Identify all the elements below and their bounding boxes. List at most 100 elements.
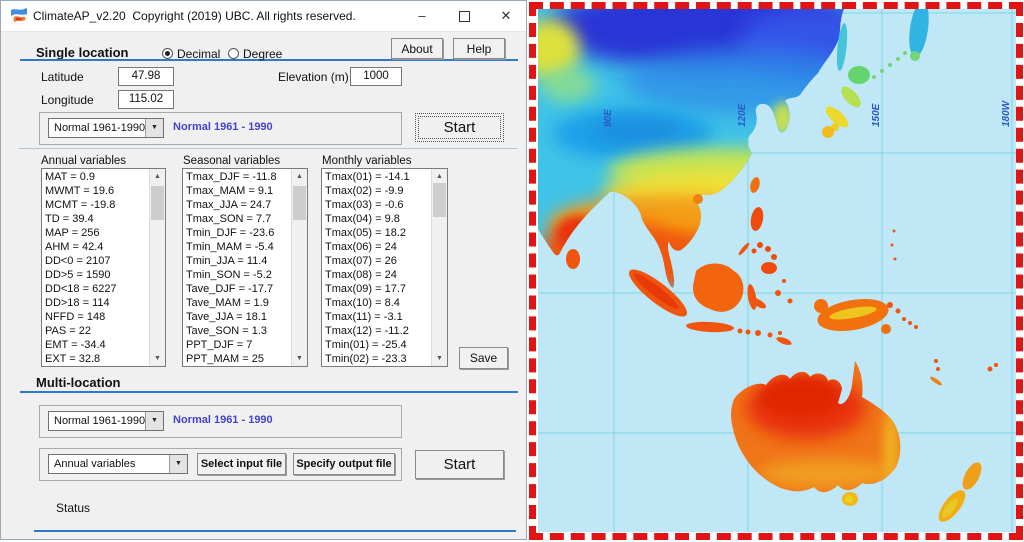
list-item[interactable]: Tmax(02) = -9.9 xyxy=(322,184,432,198)
list-item[interactable]: Tmax_DJF = -11.8 xyxy=(183,170,292,184)
latitude-input[interactable]: 47.98 xyxy=(118,67,174,86)
list-item[interactable]: DD<0 = 2107 xyxy=(42,254,150,268)
single-start-button[interactable]: Start xyxy=(415,113,504,142)
list-item[interactable]: Tave_SON = 1.3 xyxy=(183,324,292,338)
decimal-radio[interactable] xyxy=(162,48,173,59)
elevation-label: Elevation (m) xyxy=(278,70,349,84)
scroll-down-icon[interactable]: ▼ xyxy=(150,351,165,366)
about-button[interactable]: About xyxy=(391,38,443,59)
list-item[interactable]: Tmax(06) = 24 xyxy=(322,240,432,254)
list-item[interactable]: Tmax(11) = -3.1 xyxy=(322,310,432,324)
multi-variables-dropdown[interactable]: Annual variables ▼ xyxy=(48,454,188,474)
scroll-down-icon[interactable]: ▼ xyxy=(432,351,447,366)
list-item[interactable]: MWMT = 19.6 xyxy=(42,184,150,198)
list-item[interactable]: Tmax(01) = -14.1 xyxy=(322,170,432,184)
chevron-down-icon[interactable]: ▼ xyxy=(145,412,163,430)
chevron-down-icon[interactable]: ▼ xyxy=(169,455,187,473)
decimal-radio-label: Decimal xyxy=(177,47,221,61)
list-item[interactable]: Tave_MAM = 1.9 xyxy=(183,296,292,310)
single-period-dropdown[interactable]: Normal 1961-1990 ▼ xyxy=(48,118,164,138)
list-item[interactable]: Tmin(02) = -23.3 xyxy=(322,352,432,365)
degree-radio[interactable] xyxy=(228,48,239,59)
list-item[interactable]: PPT_DJF = 7 xyxy=(183,338,292,352)
graticule-label-180w: 180W xyxy=(1001,99,1012,127)
seasonal-variables-items: Tmax_DJF = -11.8 Tmax_MAM = 9.1 Tmax_JJA =… xyxy=(183,170,292,365)
multi-period-dropdown-value: Normal 1961-1990 xyxy=(54,415,145,427)
latitude-label: Latitude xyxy=(41,70,84,84)
list-item[interactable]: Tmin_SON = -5.2 xyxy=(183,268,292,282)
chevron-down-icon[interactable]: ▼ xyxy=(145,119,163,137)
annual-variables-items: MAT = 0.9 MWMT = 19.6 MCMT = -19.8 TD = 39.… xyxy=(42,170,150,365)
list-item[interactable]: Tmax(10) = 8.4 xyxy=(322,296,432,310)
list-item[interactable]: PAS = 22 xyxy=(42,324,150,338)
climate-map-image: 90E 120E 150E 180W xyxy=(538,9,1016,532)
close-icon[interactable]: ✕ xyxy=(489,1,523,30)
single-location-heading: Single location xyxy=(36,45,129,60)
scroll-up-icon[interactable]: ▲ xyxy=(150,169,165,184)
annual-scrollbar[interactable]: ▲ ▼ xyxy=(149,169,165,366)
degree-radio-label: Degree xyxy=(243,47,283,61)
list-item[interactable]: Tmax(05) = 18.2 xyxy=(322,226,432,240)
list-item[interactable]: MAP = 256 xyxy=(42,226,150,240)
list-item[interactable]: Tmax_SON = 7.7 xyxy=(183,212,292,226)
seasonal-scrollbar[interactable]: ▲ ▼ xyxy=(291,169,307,366)
annual-variables-list[interactable]: MAT = 0.9 MWMT = 19.6 MCMT = -19.8 TD = 39.… xyxy=(41,168,166,367)
list-item[interactable]: Tmax(09) = 17.7 xyxy=(322,282,432,296)
list-item[interactable]: Tmax(03) = -0.6 xyxy=(322,198,432,212)
minimize-icon[interactable]: – xyxy=(405,1,439,30)
monthly-variables-items: Tmax(01) = -14.1 Tmax(02) = -9.9 Tmax(03) … xyxy=(322,170,432,365)
list-item[interactable]: PPT_MAM = 25 xyxy=(183,352,292,365)
scroll-up-icon[interactable]: ▲ xyxy=(432,169,447,184)
maximize-icon[interactable] xyxy=(447,1,481,30)
map-panel: 90E 120E 150E 180W xyxy=(528,0,1024,542)
list-item[interactable]: NFFD = 148 xyxy=(42,310,150,324)
scroll-down-icon[interactable]: ▼ xyxy=(292,351,307,366)
list-item[interactable]: Tmax(08) = 24 xyxy=(322,268,432,282)
multi-period-info: Normal 1961 - 1990 xyxy=(173,414,273,426)
list-item[interactable]: Tmax(12) = -11.2 xyxy=(322,324,432,338)
list-item[interactable]: MAT = 0.9 xyxy=(42,170,150,184)
scroll-thumb[interactable] xyxy=(433,183,446,217)
list-item[interactable]: AHM = 42.4 xyxy=(42,240,150,254)
list-item[interactable]: Tmin_DJF = -23.6 xyxy=(183,226,292,240)
scroll-up-icon[interactable]: ▲ xyxy=(292,169,307,184)
list-item[interactable]: Tave_JJA = 18.1 xyxy=(183,310,292,324)
specify-output-file-button[interactable]: Specify output file xyxy=(293,453,395,475)
scroll-thumb[interactable] xyxy=(151,186,164,220)
list-item[interactable]: DD>18 = 114 xyxy=(42,296,150,310)
list-item[interactable]: MCMT = -19.8 xyxy=(42,198,150,212)
single-period-info: Normal 1961 - 1990 xyxy=(173,121,273,133)
list-item[interactable]: EMT = -34.4 xyxy=(42,338,150,352)
climateap-window: ClimateAP_v2.20 Copyright (2019) UBC. Al… xyxy=(0,0,527,540)
seasonal-variables-list[interactable]: Tmax_DJF = -11.8 Tmax_MAM = 9.1 Tmax_JJA =… xyxy=(182,168,308,367)
list-item[interactable]: Tmax_MAM = 9.1 xyxy=(183,184,292,198)
select-input-file-button[interactable]: Select input file xyxy=(197,453,286,475)
multi-start-button[interactable]: Start xyxy=(415,450,504,479)
list-item[interactable]: Tmax(04) = 9.8 xyxy=(322,212,432,226)
save-button[interactable]: Save xyxy=(459,347,508,369)
multi-location-rule xyxy=(20,391,518,393)
monthly-variables-label: Monthly variables xyxy=(322,155,412,167)
list-item[interactable]: DD>5 = 1590 xyxy=(42,268,150,282)
help-button[interactable]: Help xyxy=(453,38,505,59)
list-item[interactable]: EXT = 32.8 xyxy=(42,352,150,365)
multi-variables-dropdown-value: Annual variables xyxy=(54,458,136,470)
elevation-input[interactable]: 1000 xyxy=(350,67,402,86)
list-item[interactable]: DD<18 = 6227 xyxy=(42,282,150,296)
monthly-variables-list[interactable]: Tmax(01) = -14.1 Tmax(02) = -9.9 Tmax(03) … xyxy=(321,168,448,367)
list-item[interactable]: Tmin(01) = -25.4 xyxy=(322,338,432,352)
list-item[interactable]: Tave_DJF = -17.7 xyxy=(183,282,292,296)
single-period-dropdown-value: Normal 1961-1990 xyxy=(54,122,145,134)
graticule-label-90e: 90E xyxy=(603,109,614,127)
list-item[interactable]: Tmax(07) = 26 xyxy=(322,254,432,268)
longitude-input[interactable]: 115.02 xyxy=(118,90,174,109)
monthly-scrollbar[interactable]: ▲ ▼ xyxy=(431,169,447,366)
list-item[interactable]: Tmax_JJA = 24.7 xyxy=(183,198,292,212)
seasonal-variables-label: Seasonal variables xyxy=(183,155,281,167)
scroll-thumb[interactable] xyxy=(293,186,306,220)
app-icon xyxy=(11,8,27,24)
list-item[interactable]: TD = 39.4 xyxy=(42,212,150,226)
list-item[interactable]: Tmin_JJA = 11.4 xyxy=(183,254,292,268)
multi-period-dropdown[interactable]: Normal 1961-1990 ▼ xyxy=(48,411,164,431)
list-item[interactable]: Tmin_MAM = -5.4 xyxy=(183,240,292,254)
